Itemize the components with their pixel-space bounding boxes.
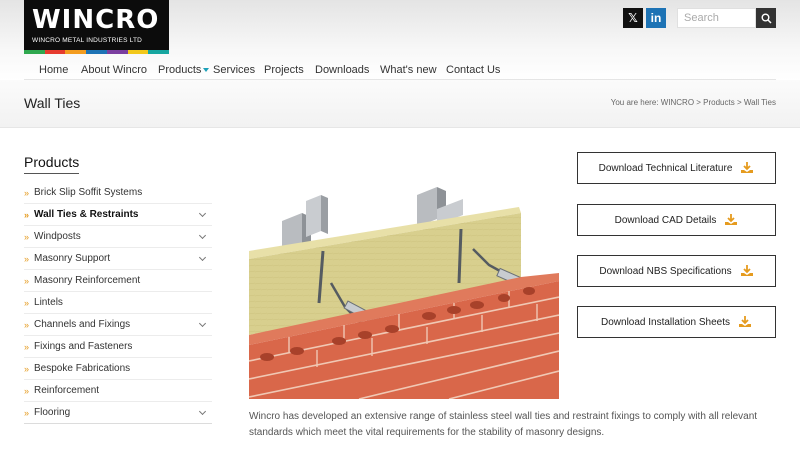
sidebar-item-bespoke[interactable]: » Bespoke Fabrications xyxy=(24,358,212,380)
download-icon xyxy=(725,214,738,225)
nav-item-about[interactable]: About Wincro xyxy=(81,64,147,76)
download-nbs-specifications-button[interactable]: Download NBS Specifications xyxy=(577,255,776,287)
sidebar-item-lintels[interactable]: » Lintels xyxy=(24,292,212,314)
bullet-icon: » xyxy=(24,385,30,396)
sidebar-item-masonry-support[interactable]: » Masonry Support xyxy=(24,248,212,270)
sidebar-item-label: Brick Slip Soffit Systems xyxy=(34,187,143,198)
nav-item-whats-new[interactable]: What's new xyxy=(380,64,437,76)
nav-item-services[interactable]: Services xyxy=(213,64,255,76)
stripe-segment xyxy=(127,50,149,54)
intro-paragraph: Wincro has developed an extensive range … xyxy=(249,411,758,438)
nav-item-products-label: Products xyxy=(158,64,202,76)
stripe-segment xyxy=(65,50,87,54)
stripe-segment xyxy=(148,50,170,54)
bullet-icon: » xyxy=(24,297,30,308)
bullet-icon: » xyxy=(24,319,30,330)
chevron-down-icon[interactable] xyxy=(198,209,207,218)
bullet-icon: » xyxy=(24,275,30,286)
sidebar-item-label: Windposts xyxy=(34,231,81,242)
download-button-label: Download Installation Sheets xyxy=(601,316,730,328)
logo-color-stripe xyxy=(24,50,170,54)
sidebar-item-label: Masonry Support xyxy=(34,253,111,264)
chevron-down-icon[interactable] xyxy=(198,253,207,262)
nav-item-downloads[interactable]: Downloads xyxy=(315,64,369,76)
nav-item-projects[interactable]: Projects xyxy=(264,64,304,76)
linkedin-icon[interactable]: in xyxy=(646,8,666,28)
download-technical-literature-button[interactable]: Download Technical Literature xyxy=(577,152,776,184)
nav-item-products[interactable]: Products xyxy=(158,64,210,76)
sidebar-item-flooring[interactable]: » Flooring xyxy=(24,402,212,424)
logo-wordmark: WINCRO xyxy=(32,5,160,35)
nav-item-home[interactable]: Home xyxy=(39,64,68,76)
logo-tagline: WINCRO METAL INDUSTRIES LTD xyxy=(32,37,143,44)
stripe-segment xyxy=(44,50,66,54)
nav-item-contact[interactable]: Contact Us xyxy=(446,64,500,76)
download-button-label: Download CAD Details xyxy=(614,214,717,226)
page-title-band: Wall Ties You are here: WINCRO > Product… xyxy=(0,80,800,128)
search-button[interactable] xyxy=(756,8,776,28)
site-header: WINCRO WINCRO METAL INDUSTRIES LTD 𝕏 in … xyxy=(0,0,800,80)
sidebar-item-channels[interactable]: » Channels and Fixings xyxy=(24,314,212,336)
download-icon xyxy=(738,316,751,327)
chevron-down-icon[interactable] xyxy=(198,319,207,328)
sidebar-item-windposts[interactable]: » Windposts xyxy=(24,226,212,248)
download-icon xyxy=(741,162,754,173)
sidebar-item-label: Wall Ties & Restraints xyxy=(34,209,139,220)
chevron-down-icon xyxy=(203,68,210,73)
chevron-down-icon[interactable] xyxy=(198,407,207,416)
download-cad-details-button[interactable]: Download CAD Details xyxy=(577,204,776,236)
sidebar-title: Products xyxy=(24,154,80,174)
sidebar-item-label: Reinforcement xyxy=(34,385,100,396)
stripe-segment xyxy=(106,50,128,54)
sidebar-item-brick-slip[interactable]: » Brick Slip Soffit Systems xyxy=(24,182,212,204)
sidebar-item-label: Channels and Fixings xyxy=(34,319,131,330)
download-button-label: Download NBS Specifications xyxy=(599,265,732,277)
sidebar-item-label: Lintels xyxy=(34,297,63,308)
wall-ties-product-image xyxy=(249,185,559,399)
page-title: Wall Ties xyxy=(24,95,81,111)
sidebar-item-label: Fixings and Fasteners xyxy=(34,341,133,352)
sidebar-item-label: Masonry Reinforcement xyxy=(34,275,141,286)
main-nav: Home About Wincro Products Services Proj… xyxy=(0,60,800,80)
bullet-icon: » xyxy=(24,363,30,374)
sidebar-item-reinforcement[interactable]: » Reinforcement xyxy=(24,380,212,402)
bullet-icon: » xyxy=(24,407,30,418)
search-input[interactable] xyxy=(677,8,756,28)
chevron-down-icon[interactable] xyxy=(198,231,207,240)
bullet-icon: » xyxy=(24,209,30,220)
sidebar-product-list: » Brick Slip Soffit Systems » Wall Ties & … xyxy=(24,182,212,424)
sidebar-item-label: Bespoke Fabrications xyxy=(34,363,131,374)
bullet-icon: » xyxy=(24,253,30,264)
stripe-segment xyxy=(24,50,45,54)
wincro-logo[interactable]: WINCRO WINCRO METAL INDUSTRIES LTD xyxy=(24,0,170,54)
sidebar-item-wall-ties[interactable]: » Wall Ties & Restraints xyxy=(24,204,212,226)
download-icon xyxy=(740,265,753,276)
bullet-icon: » xyxy=(24,341,30,352)
stripe-segment xyxy=(86,50,107,54)
download-installation-sheets-button[interactable]: Download Installation Sheets xyxy=(577,306,776,338)
search-icon xyxy=(761,13,772,24)
x-twitter-icon[interactable]: 𝕏 xyxy=(623,8,643,28)
bullet-icon: » xyxy=(24,231,30,242)
sidebar-item-label: Flooring xyxy=(34,407,71,418)
download-button-label: Download Technical Literature xyxy=(598,162,733,174)
sidebar-item-fixings[interactable]: » Fixings and Fasteners xyxy=(24,336,212,358)
sidebar-item-masonry-reinforcement[interactable]: » Masonry Reinforcement xyxy=(24,270,212,292)
bullet-icon: » xyxy=(24,187,30,198)
breadcrumb[interactable]: You are here: WINCRO > Products > Wall T… xyxy=(611,98,776,107)
